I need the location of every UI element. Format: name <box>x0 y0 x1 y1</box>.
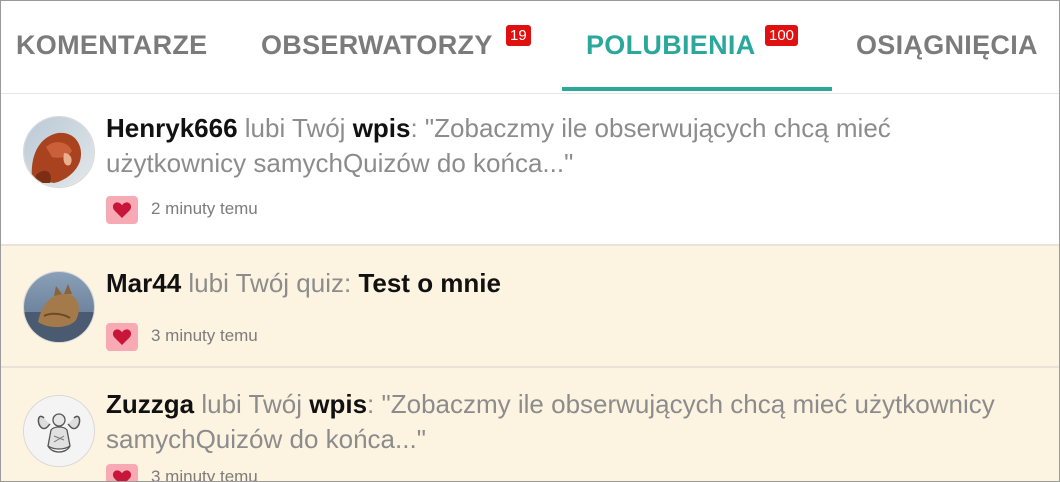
like-badge <box>106 464 138 481</box>
notification-item[interactable]: Mar44 lubi Twój quiz: Test o mnie 3 minu… <box>1 246 1059 368</box>
tab-label: KOMENTARZE <box>16 30 208 60</box>
count-badge: 19 <box>506 25 531 46</box>
username-link[interactable]: Mar44 <box>106 268 181 298</box>
tab-label: OSIĄGNIĘCIA <box>856 30 1038 60</box>
like-badge <box>106 323 138 351</box>
like-badge <box>106 196 138 224</box>
notification-list: Henryk666 lubi Twój wpis: "Zobaczmy ile … <box>1 94 1059 482</box>
tab-obserwatorzy[interactable]: OBSERWATORZY 19 <box>246 1 546 91</box>
notifications-screen: KOMENTARZE OBSERWATORZY 19 POLUBIENIA 10… <box>0 0 1060 482</box>
heart-icon <box>112 470 132 481</box>
avatar[interactable] <box>23 116 95 188</box>
tab-komentarze[interactable]: KOMENTARZE <box>1 1 231 91</box>
tab-label: POLUBIENIA <box>586 30 756 60</box>
tab-bar: KOMENTARZE OBSERWATORZY 19 POLUBIENIA 10… <box>1 1 1059 94</box>
avatar-photo-cat-icon <box>24 272 94 342</box>
tab-polubienia[interactable]: POLUBIENIA 100 <box>562 1 832 91</box>
tab-osiagniecia[interactable]: OSIĄGNIĘCIA <box>841 1 1059 91</box>
avatar[interactable] <box>23 271 95 343</box>
object-link[interactable]: wpis <box>353 113 411 143</box>
action-text: lubi Twój <box>237 113 353 143</box>
username-link[interactable]: Henryk666 <box>106 113 238 143</box>
action-text: lubi Twój quiz: <box>181 268 359 298</box>
heart-icon <box>112 202 132 218</box>
username-link[interactable]: Zuzzga <box>106 389 194 419</box>
action-text: lubi Twój <box>194 389 310 419</box>
count-badge: 100 <box>765 25 799 46</box>
notification-item[interactable]: Zuzzga lubi Twój wpis: "Zobaczmy ile obs… <box>1 368 1059 482</box>
tab-label: OBSERWATORZY <box>261 30 493 60</box>
avatar-photo-red-hair-icon <box>24 117 94 187</box>
notification-item[interactable]: Henryk666 lubi Twój wpis: "Zobaczmy ile … <box>1 94 1059 246</box>
active-tab-indicator <box>562 87 832 91</box>
timestamp: 3 minuty temu <box>151 326 258 345</box>
timestamp: 3 minuty temu <box>151 467 258 482</box>
heart-icon <box>112 329 132 345</box>
avatar[interactable] <box>23 395 95 467</box>
object-link[interactable]: wpis <box>309 389 367 419</box>
object-link[interactable]: Test o mnie <box>358 268 501 298</box>
avatar-angel-drawing-icon <box>24 396 94 466</box>
notification-text: Zuzzga lubi Twój wpis: "Zobaczmy ile obs… <box>106 387 1036 457</box>
timestamp: 2 minuty temu <box>151 199 258 218</box>
notification-text: Henryk666 lubi Twój wpis: "Zobaczmy ile … <box>106 111 1036 181</box>
notification-text: Mar44 lubi Twój quiz: Test o mnie <box>106 266 1036 301</box>
